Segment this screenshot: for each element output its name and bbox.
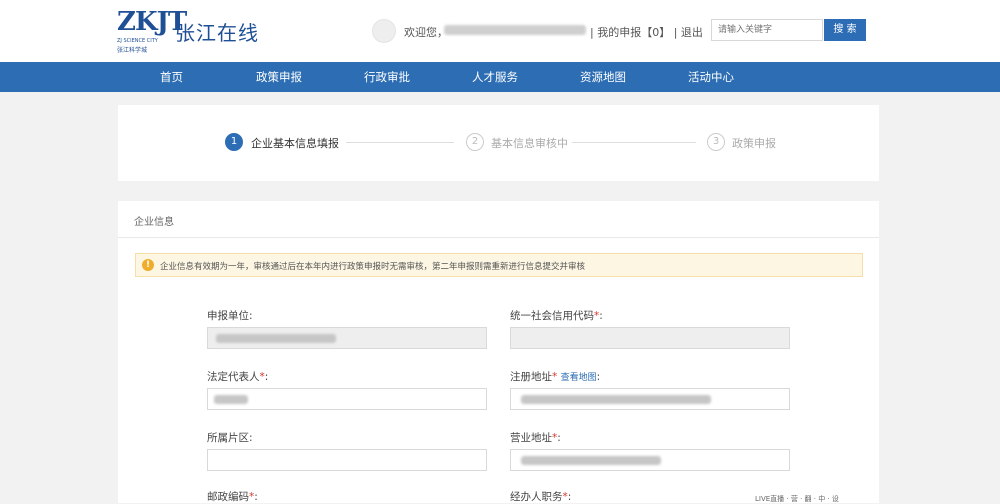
site-title: 张江在线: [175, 21, 259, 45]
company-info-form: 企业信息 ! 企业信息有效期为一年，审核通过后在本年内进行政策申报时无需审核，第…: [118, 201, 879, 503]
view-map-link[interactable]: 查看地图: [561, 373, 597, 383]
legal-rep-input[interactable]: [207, 388, 487, 410]
nav-item-approval[interactable]: 行政审批: [364, 62, 410, 92]
warning-icon: !: [142, 259, 154, 271]
nav-item-policy[interactable]: 政策申报: [256, 62, 302, 92]
logo-english-text: ZJ SCIENCE CITY: [117, 38, 158, 44]
applicant-value-redacted: [216, 334, 336, 343]
search-button[interactable]: 搜 索: [824, 19, 866, 41]
office-address-label: 营业地址*:: [510, 432, 561, 444]
reg-address-value-redacted: [521, 395, 711, 404]
browser-status-bar: LIVE直播 · 营 · 翻 · 中 · 设: [755, 495, 839, 503]
step-connector-2: [572, 142, 696, 143]
step-2-circle: 2: [466, 133, 484, 151]
notice-banner: ! 企业信息有效期为一年，审核通过后在本年内进行政策申报时无需审核，第二年申报则…: [135, 253, 863, 277]
district-select[interactable]: [207, 449, 487, 471]
form-title: 企业信息: [134, 217, 174, 228]
row4-right-label: 经办人职务*:: [510, 491, 572, 503]
user-links: | 我的申报【0】 | 退出: [590, 26, 703, 39]
office-address-value-redacted: [521, 456, 661, 465]
form-divider: [118, 237, 879, 238]
nav-item-talent[interactable]: 人才服务: [472, 62, 518, 92]
step-3-circle: 3: [707, 133, 725, 151]
legal-rep-value-redacted: [214, 395, 248, 404]
nav-item-resource-map[interactable]: 资源地图: [580, 62, 626, 92]
my-apply-link[interactable]: 我的申报【0】: [597, 26, 670, 39]
header: ZKJT ZJ SCIENCE CITY 张江科学城 张江在线 欢迎您， | 我…: [0, 0, 1000, 62]
nav-item-home[interactable]: 首页: [160, 62, 183, 92]
nav-item-events[interactable]: 活动中心: [688, 62, 734, 92]
reg-address-label: 注册地址* 查看地图:: [510, 371, 601, 383]
site-logo[interactable]: ZKJT ZJ SCIENCE CITY 张江科学城: [117, 7, 187, 54]
applicant-label: 申报单位:: [207, 310, 253, 322]
welcome-text: 欢迎您，: [404, 26, 448, 39]
credit-code-label: 统一社会信用代码*:: [510, 310, 603, 322]
step-3-label: 政策申报: [732, 137, 776, 150]
main-nav: 首页 政策申报 行政审批 人才服务 资源地图 活动中心: [0, 62, 1000, 92]
credit-code-field: [510, 327, 790, 349]
step-2-label: 基本信息审核中: [491, 137, 568, 150]
step-connector-1: [346, 142, 454, 143]
logo-chinese-text: 张江科学城: [117, 47, 148, 54]
step-1-label: 企业基本信息填报: [251, 137, 339, 150]
row4-left-label: 邮政编码*:: [207, 491, 258, 503]
logout-link[interactable]: 退出: [681, 26, 703, 39]
legal-rep-label: 法定代表人*:: [207, 371, 269, 383]
office-address-input[interactable]: [510, 449, 790, 471]
applicant-field: [207, 327, 487, 349]
progress-steps: 1 企业基本信息填报 2 基本信息审核中 3 政策申报: [118, 105, 879, 181]
notice-text: 企业信息有效期为一年，审核通过后在本年内进行政策申报时无需审核，第二年申报则需重…: [160, 262, 586, 272]
user-name-redacted: [444, 25, 586, 35]
district-label: 所属片区:: [207, 432, 253, 444]
user-avatar-icon: [372, 19, 396, 43]
step-1-circle: 1: [225, 133, 243, 151]
search-input[interactable]: [711, 19, 823, 41]
reg-address-input[interactable]: [510, 388, 790, 410]
